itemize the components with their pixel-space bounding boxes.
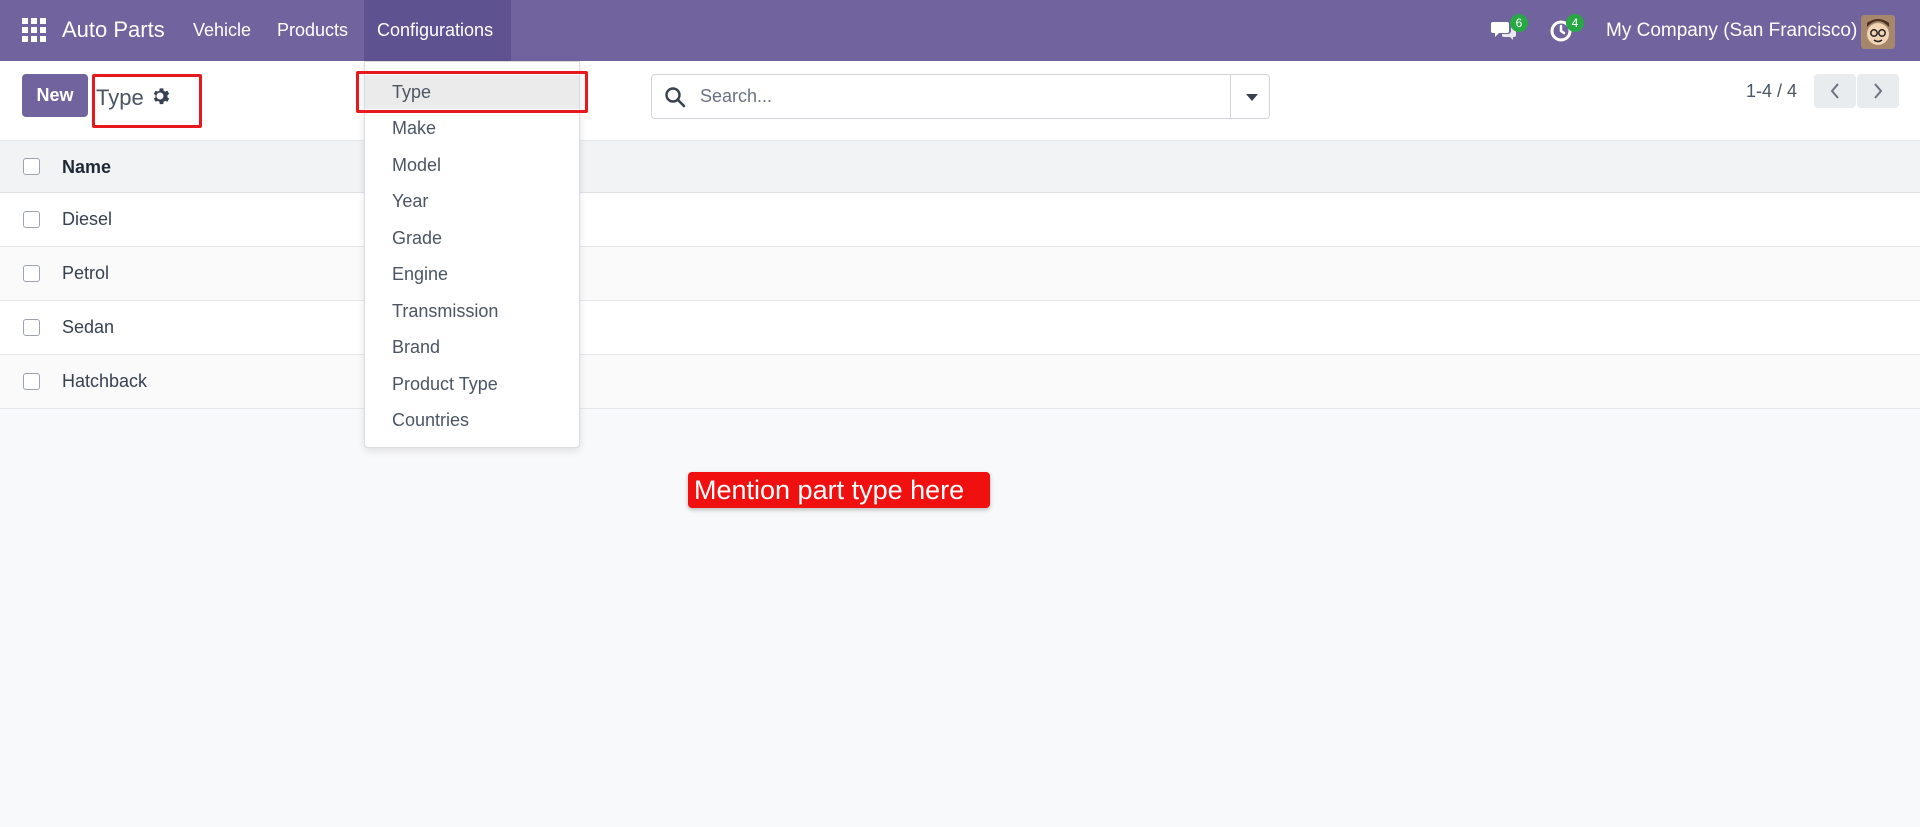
nav-vehicle[interactable]: Vehicle <box>180 0 264 61</box>
highlight-type-menu-box <box>356 71 588 113</box>
pager-next-button[interactable] <box>1857 74 1899 108</box>
menu-item-transmission[interactable]: Transmission <box>365 294 579 328</box>
list-header: Name <box>0 141 1920 193</box>
company-switcher[interactable]: My Company (San Francisco) <box>1606 20 1857 42</box>
cell-name: Sedan <box>62 317 115 337</box>
list-view: Name Diesel Petrol Sedan Hatchback <box>0 141 1920 409</box>
table-row[interactable]: Sedan <box>0 301 1920 355</box>
pager-previous-button[interactable] <box>1814 74 1856 108</box>
chevron-right-icon <box>1874 83 1883 99</box>
menu-item-countries[interactable]: Countries <box>365 403 579 437</box>
menu-item-product-type[interactable]: Product Type <box>365 367 579 401</box>
menu-item-grade[interactable]: Grade <box>365 221 579 255</box>
column-header-name[interactable]: Name <box>62 157 111 178</box>
avatar-face-icon <box>1861 15 1895 49</box>
nav-products[interactable]: Products <box>264 0 361 61</box>
highlight-breadcrumb-box <box>92 74 202 128</box>
row-checkbox[interactable] <box>23 373 40 390</box>
new-button[interactable]: New <box>22 74 88 117</box>
table-row[interactable]: Diesel <box>0 193 1920 247</box>
menu-item-brand[interactable]: Brand <box>365 330 579 364</box>
cell-name: Hatchback <box>62 371 148 391</box>
row-checkbox[interactable] <box>23 211 40 228</box>
menu-item-year[interactable]: Year <box>365 184 579 218</box>
app-name[interactable]: Auto Parts <box>62 17 165 43</box>
annotation-callout: Mention part type here <box>688 472 990 508</box>
search-icon <box>665 87 686 108</box>
table-row[interactable]: Hatchback <box>0 355 1920 409</box>
apps-menu-icon[interactable] <box>22 18 46 42</box>
row-checkbox[interactable] <box>23 319 40 336</box>
menu-item-model[interactable]: Model <box>365 148 579 182</box>
row-checkbox[interactable] <box>23 265 40 282</box>
activity-count-badge: 4 <box>1566 14 1584 32</box>
search-options-toggle[interactable] <box>1230 75 1270 118</box>
chat-count-badge: 6 <box>1510 14 1528 32</box>
menu-item-engine[interactable]: Engine <box>365 257 579 291</box>
configurations-dropdown: Type Make Model Year Grade Engine Transm… <box>364 61 580 448</box>
search-box[interactable] <box>651 74 1270 119</box>
select-all-checkbox[interactable] <box>23 158 40 175</box>
control-panel: New Type 1-4 / 4 <box>0 61 1920 141</box>
search-input[interactable] <box>700 81 1200 112</box>
menu-item-make[interactable]: Make <box>365 111 579 145</box>
table-row[interactable]: Petrol <box>0 247 1920 301</box>
chevron-left-icon <box>1830 83 1839 99</box>
pager-value[interactable]: 1-4 / 4 <box>1746 81 1797 102</box>
top-navbar: Auto Parts Vehicle Products Configuratio… <box>0 0 1920 61</box>
caret-down-icon <box>1246 94 1258 101</box>
user-avatar[interactable] <box>1861 15 1895 49</box>
nav-configurations[interactable]: Configurations <box>364 0 511 61</box>
cell-name: Petrol <box>62 263 110 283</box>
cell-name: Diesel <box>62 209 113 229</box>
